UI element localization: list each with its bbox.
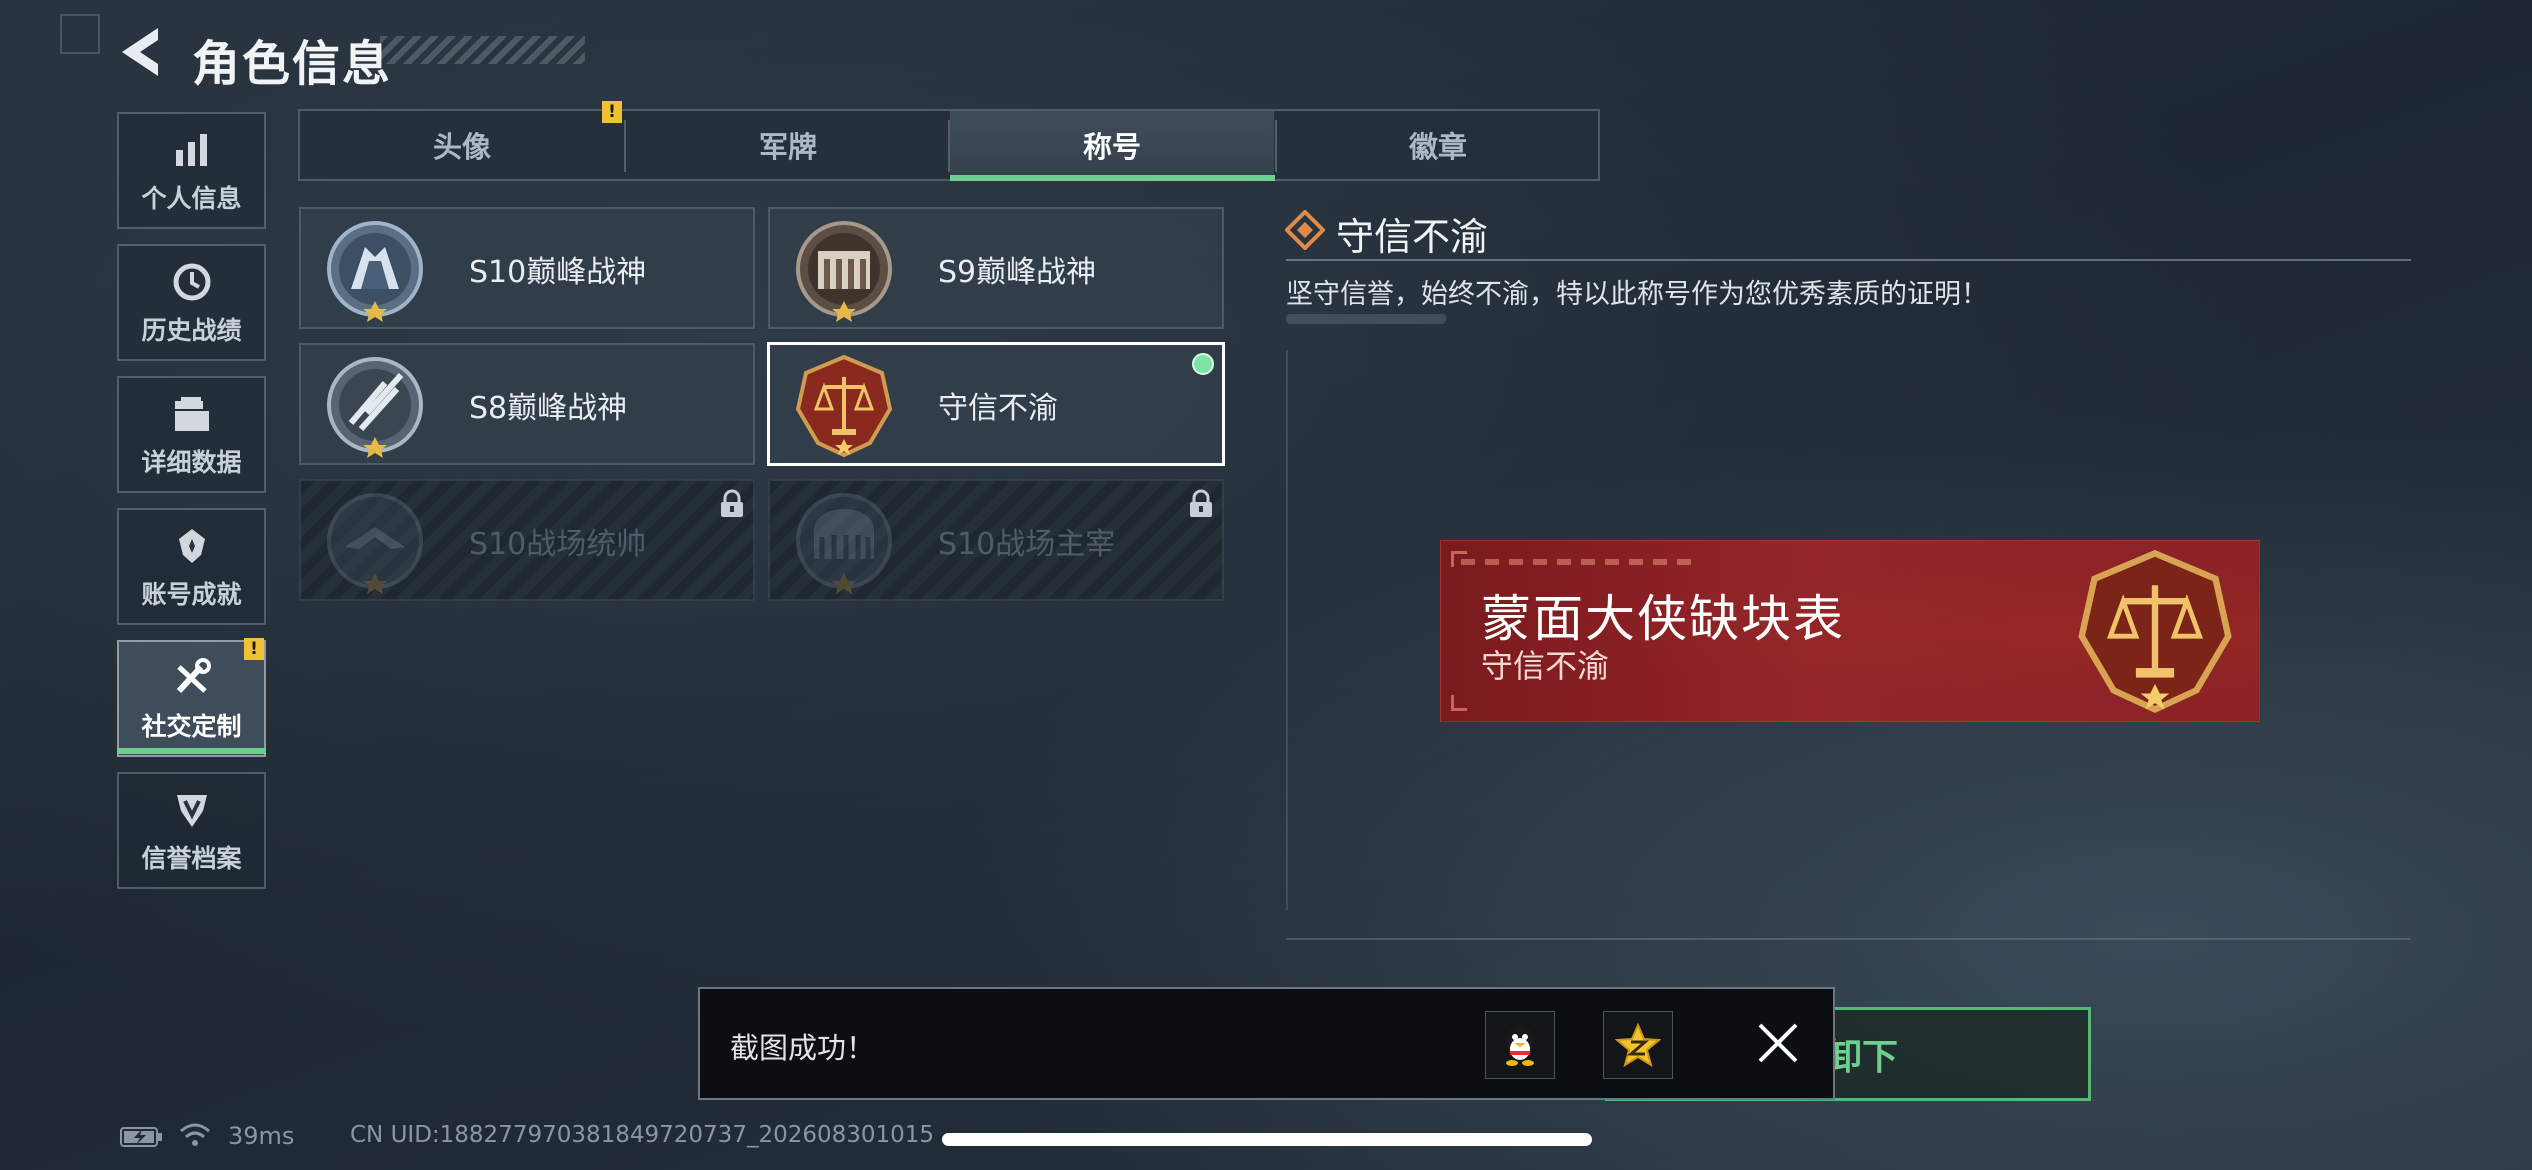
- detail-divider: [1286, 259, 2411, 261]
- title-card-label: S10巅峰战神: [469, 255, 647, 290]
- folder-icon: [169, 391, 215, 437]
- tab-avatar[interactable]: 头像: [300, 111, 624, 179]
- title-stripes-decoration: [380, 36, 585, 64]
- wifi-icon: [178, 1120, 212, 1150]
- title-card-label: S8巅峰战神: [469, 391, 628, 426]
- scales-of-justice-medal-icon: [790, 353, 898, 461]
- bar-chart-icon: [169, 127, 215, 173]
- title-card-s10-dominator[interactable]: S10战场主宰: [768, 479, 1224, 601]
- warning-badge-icon: !: [244, 638, 264, 660]
- detail-obscured-text: [1286, 314, 1446, 324]
- history-clock-icon: [169, 259, 215, 305]
- qq-penguin-icon[interactable]: [1485, 1011, 1555, 1079]
- detail-description: 坚守信誉，始终不渝，特以此称号作为您优秀素质的证明！: [1286, 279, 1988, 310]
- battery-charging-icon: [120, 1126, 164, 1148]
- equipped-indicator-icon: [1192, 353, 1214, 375]
- corner-decoration: [60, 14, 100, 54]
- s9-peak-medal-icon: [790, 217, 898, 325]
- tab-active-indicator: [950, 175, 1275, 181]
- title-card-label: S10战场统帅: [469, 527, 647, 562]
- scales-of-justice-medal-icon: [2069, 547, 2241, 719]
- s8-peak-medal-icon: [321, 353, 429, 461]
- back-arrow-icon[interactable]: [112, 22, 168, 82]
- title-card-label: 守信不渝: [938, 391, 1058, 426]
- lock-icon: [1188, 489, 1214, 519]
- nav-item-credit[interactable]: 信誉档案: [117, 772, 266, 889]
- qzone-star-icon[interactable]: [1603, 1011, 1673, 1079]
- detail-title: 守信不渝: [1336, 215, 1489, 259]
- banner-corner-decoration: [1451, 695, 1467, 711]
- close-icon[interactable]: [1752, 1017, 1804, 1069]
- title-card-label: S10战场主宰: [938, 527, 1116, 562]
- title-diamond-icon: [1284, 209, 1326, 251]
- page-title: 角色信息: [192, 36, 393, 92]
- nav-item-label: 信誉档案: [141, 843, 242, 873]
- s10-commander-medal-icon: [321, 489, 429, 597]
- nav-item-personal-info[interactable]: 个人信息: [117, 112, 266, 229]
- tab-dog-tag[interactable]: 军牌: [626, 111, 950, 179]
- title-card-s9-peak[interactable]: S9巅峰战神: [768, 207, 1224, 329]
- nav-item-label: 账号成就: [141, 579, 242, 609]
- preview-frame-line: [1286, 938, 2411, 940]
- tab-badge[interactable]: 徽章: [1276, 111, 1600, 179]
- nav-item-label: 历史战绩: [141, 315, 242, 345]
- preview-frame-line: [1286, 350, 1288, 910]
- tab-title[interactable]: 称号: [950, 111, 1274, 179]
- nav-item-detail-data[interactable]: 详细数据: [117, 376, 266, 493]
- s10-peak-medal-icon: [321, 217, 429, 325]
- title-card-trustworthy[interactable]: 守信不渝: [767, 342, 1225, 466]
- title-card-s8-peak[interactable]: S8巅峰战神: [299, 343, 755, 465]
- tools-icon: [169, 655, 215, 701]
- title-card-s10-peak[interactable]: S10巅峰战神: [299, 207, 755, 329]
- nav-item-achievements[interactable]: 账号成就: [117, 508, 266, 625]
- title-card-label: S9巅峰战神: [938, 255, 1097, 290]
- network-latency: 39ms: [228, 1122, 295, 1150]
- s10-dominator-medal-icon: [790, 489, 898, 597]
- banner-decoration: [1461, 559, 1701, 565]
- title-banner-preview: 蒙面大侠缺块表 守信不渝: [1440, 540, 2260, 722]
- toast-message: 截图成功！: [730, 1031, 876, 1065]
- achievement-icon: [169, 523, 215, 569]
- player-uid: CN UID:188277970381849720737_20260830101…: [350, 1122, 935, 1148]
- nav-item-history[interactable]: 历史战绩: [117, 244, 266, 361]
- screenshot-toast: 截图成功！: [698, 987, 1835, 1100]
- nav-item-label: 个人信息: [141, 183, 242, 213]
- lock-icon: [719, 489, 745, 519]
- credit-shield-icon: [169, 787, 215, 833]
- nav-active-indicator: [117, 748, 266, 754]
- warning-badge-icon: !: [602, 101, 622, 123]
- banner-title: 守信不渝: [1481, 647, 1610, 685]
- nav-item-label: 社交定制: [141, 711, 242, 741]
- home-indicator[interactable]: [942, 1133, 1592, 1146]
- title-card-s10-commander[interactable]: S10战场统帅: [299, 479, 755, 601]
- banner-corner-decoration: [1451, 551, 1467, 567]
- nav-item-label: 详细数据: [141, 447, 242, 477]
